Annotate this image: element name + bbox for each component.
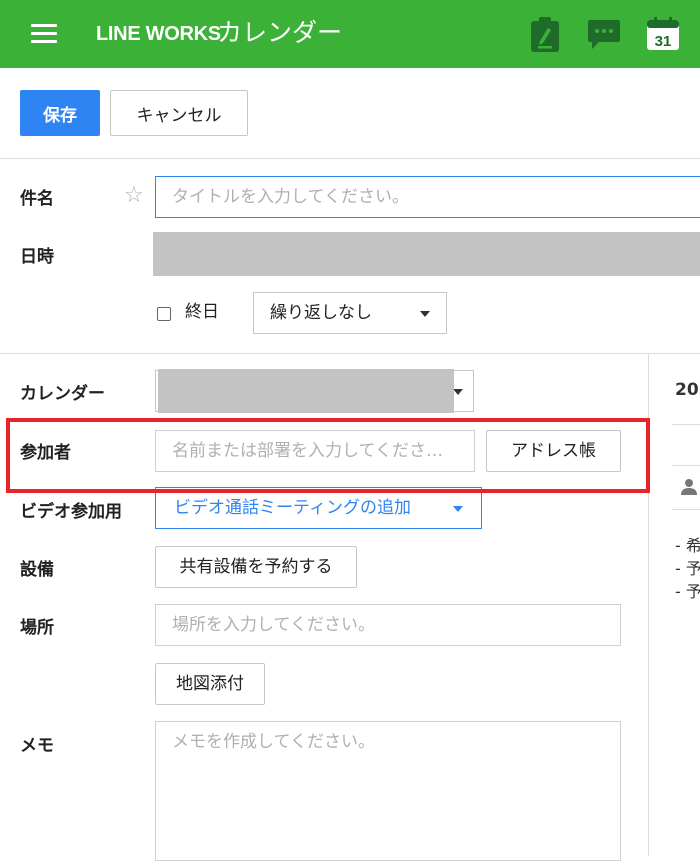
app-header: LINE WORKS カレンダー 31 bbox=[0, 0, 700, 68]
calendar-day-number: 31 bbox=[655, 33, 672, 50]
side-note-3: - 予 bbox=[675, 582, 700, 601]
calendar-redacted bbox=[158, 369, 454, 413]
memo-label: メモ bbox=[20, 736, 54, 756]
repeat-select[interactable]: 繰り返しなし bbox=[253, 292, 447, 334]
side-panel-year: 20 bbox=[675, 380, 699, 400]
app-title: カレンダー bbox=[217, 18, 343, 47]
video-label: ビデオ参加用 bbox=[20, 502, 122, 522]
reserve-equipment-button[interactable]: 共有設備を予約する bbox=[155, 546, 357, 588]
subject-label: 件名 bbox=[20, 189, 54, 209]
side-divider bbox=[672, 509, 700, 510]
side-divider bbox=[672, 465, 700, 466]
chevron-down-icon bbox=[453, 389, 463, 395]
location-label: 場所 bbox=[20, 618, 54, 638]
allday-checkbox[interactable] bbox=[157, 307, 171, 321]
datetime-label: 日時 bbox=[20, 247, 54, 267]
section-divider bbox=[0, 353, 700, 354]
side-divider bbox=[672, 424, 700, 425]
save-button[interactable]: 保存 bbox=[20, 90, 100, 136]
notes-icon[interactable] bbox=[530, 17, 560, 53]
video-meeting-select[interactable]: ビデオ通話ミーティングの追加 bbox=[155, 487, 482, 529]
side-note-2: - 予 bbox=[675, 559, 700, 578]
menu-icon[interactable] bbox=[31, 24, 57, 44]
calendar-icon[interactable]: 31 bbox=[646, 17, 680, 51]
cancel-button[interactable]: キャンセル bbox=[110, 90, 248, 136]
datetime-redacted bbox=[153, 232, 700, 276]
location-input[interactable]: 場所を入力してください。 bbox=[155, 604, 621, 646]
attach-map-button[interactable]: 地図添付 bbox=[155, 663, 265, 705]
line-works-logo: LINE WORKS bbox=[96, 23, 221, 45]
toolbar: 保存 キャンセル bbox=[0, 68, 700, 159]
calendar-label: カレンダー bbox=[20, 384, 105, 404]
equipment-label: 設備 bbox=[20, 560, 54, 580]
subject-input[interactable]: タイトルを入力してください。 bbox=[155, 176, 700, 218]
repeat-select-value: 繰り返しなし bbox=[270, 303, 372, 323]
side-note-1: - 希 bbox=[675, 536, 700, 555]
attendees-highlight-box bbox=[6, 418, 650, 493]
memo-textarea[interactable]: メモを作成してください。 bbox=[155, 721, 621, 861]
chat-icon[interactable] bbox=[587, 19, 621, 51]
star-icon[interactable]: ☆ bbox=[124, 183, 144, 209]
chevron-down-icon bbox=[453, 506, 463, 512]
person-icon bbox=[681, 479, 697, 495]
chevron-down-icon bbox=[420, 311, 430, 317]
allday-label: 終日 bbox=[185, 302, 219, 322]
video-meeting-select-value: ビデオ通話ミーティングの追加 bbox=[174, 498, 411, 518]
